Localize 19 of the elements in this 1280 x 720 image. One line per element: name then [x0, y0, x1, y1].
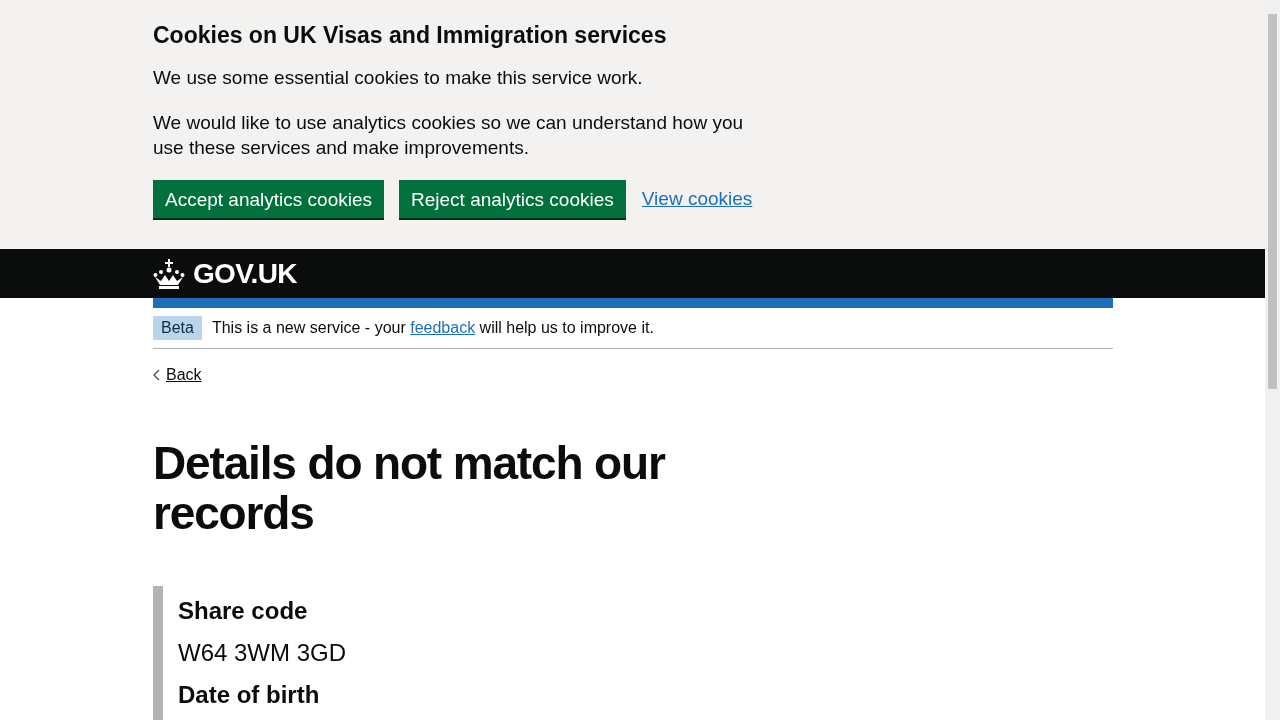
- cookie-banner-text: We would like to use analytics cookies so we can understand how you use these services and make improvements.: [153, 111, 745, 160]
- phase-banner-text: This is a new service - your feedback will help us to improve it.: [211, 318, 654, 338]
- cookie-banner-title: Cookies on UK Visas and Immigration services: [153, 21, 667, 50]
- detail-label: Date of birth: [178, 680, 320, 710]
- view-cookies-link[interactable]: View cookies: [641, 184, 753, 214]
- detail-label: Share code: [178, 596, 308, 626]
- cookie-banner-text: We use some essential cookies to make this service work.: [153, 66, 644, 90]
- govuk-logo-link[interactable]: GOV.UK: [153, 258, 297, 289]
- phase-tag: Beta: [153, 316, 202, 340]
- crown-icon: [153, 258, 185, 289]
- detail-value: W64 3WM 3GD: [178, 638, 347, 668]
- scrollbar[interactable]: [1265, 0, 1280, 720]
- chevron-left-icon: [153, 369, 160, 381]
- scrollbar-thumb[interactable]: [1268, 14, 1277, 389]
- cookie-button[interactable]: Reject analytics cookies: [399, 180, 626, 218]
- page-heading: Details do not match our records: [153, 438, 667, 538]
- back-link[interactable]: Back: [153, 363, 202, 387]
- feedback-link[interactable]: feedback: [410, 319, 476, 336]
- cookie-button[interactable]: Accept analytics cookies: [153, 180, 384, 218]
